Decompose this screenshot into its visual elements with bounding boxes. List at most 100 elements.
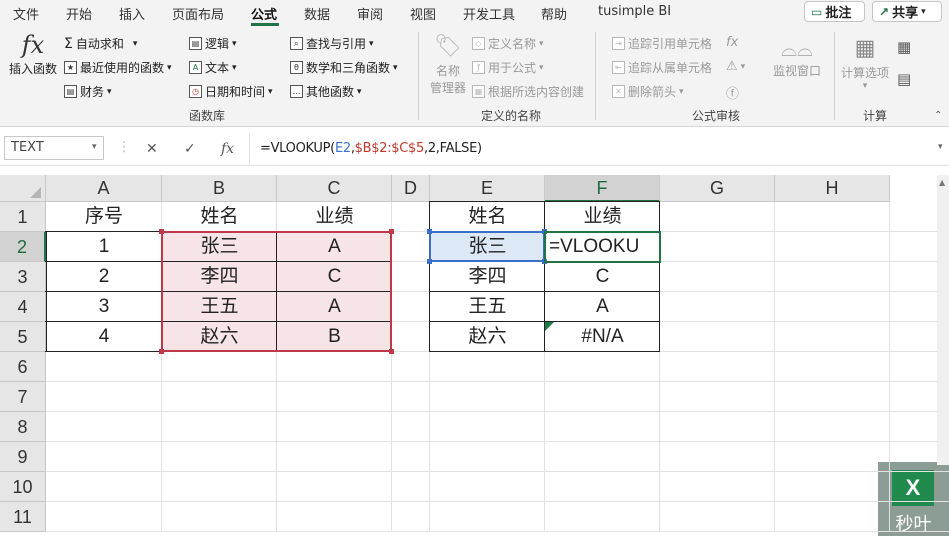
formula-divider (249, 133, 250, 165)
table-cell[interactable]: 3 (46, 292, 162, 322)
chevron-down-icon[interactable]: ▾ (92, 142, 97, 152)
expand-formula-bar-icon[interactable]: ▾ (938, 142, 943, 152)
row-header-4[interactable]: 4 (0, 292, 46, 322)
gridline-horizontal (46, 411, 949, 412)
row-header-6[interactable]: 6 (0, 352, 46, 382)
row-header-1[interactable]: 1 (0, 202, 46, 232)
name-manager-label-2: 管理器 (429, 81, 466, 95)
row-header-9[interactable]: 9 (0, 442, 46, 472)
name-manager-button[interactable]: 🏷 名称 管理器 (426, 32, 470, 96)
name-box[interactable]: TEXT (4, 136, 104, 160)
column-header-e[interactable]: E (430, 175, 545, 202)
collapse-ribbon-icon[interactable]: ⌃ (934, 110, 942, 121)
range-handle[interactable] (389, 229, 394, 234)
tab-help[interactable]: 帮助 (541, 4, 567, 23)
table-cell[interactable]: #N/A (545, 322, 660, 352)
watch-window-button[interactable]: ⌓⌓ 监视窗口 (768, 36, 826, 79)
datetime-button[interactable]: ◷ 日期和时间 ▾ (189, 83, 273, 100)
table-cell[interactable]: 赵六 (430, 322, 545, 352)
column-header-d[interactable]: D (392, 175, 430, 202)
error-checking-button[interactable]: ⚠ ▾ (726, 59, 745, 74)
fx-icon[interactable]: fx (221, 141, 234, 157)
tab-review[interactable]: 审阅 (357, 4, 383, 23)
table-cell[interactable]: 4 (46, 322, 162, 352)
column-header-g[interactable]: G (660, 175, 775, 202)
column-header-c[interactable]: C (277, 175, 392, 202)
tab-tusimple-bi[interactable]: tusimple BI (598, 4, 671, 19)
use-in-formula-button[interactable]: ƒ 用于公式 ▾ (472, 59, 544, 76)
tab-data[interactable]: 数据 (304, 4, 330, 23)
ribbon: fx 插入函数 Σ 自动求和 ▾ ★ 最近使用的函数 ▾ ▤ 财务 ▾ ▤ 逻辑… (0, 26, 949, 127)
tab-home[interactable]: 开始 (66, 4, 92, 23)
lookup-button[interactable]: ⌕ 查找与引用 ▾ (290, 35, 374, 52)
column-header-f[interactable]: F (545, 175, 660, 202)
logic-button[interactable]: ▤ 逻辑 ▾ (189, 35, 237, 52)
trace-dependents-button[interactable]: ⇤ 追踪从属单元格 (612, 59, 712, 76)
row-header-5[interactable]: 5 (0, 322, 46, 352)
table-cell[interactable]: 2 (46, 262, 162, 292)
insert-function-button[interactable]: fx 插入函数 (8, 30, 58, 77)
calculation-options-button[interactable]: ▦ 计算选项 ▾ (838, 34, 892, 91)
column-header-h[interactable]: H (775, 175, 890, 202)
tab-formulas[interactable]: 公式 (251, 4, 277, 23)
row-header-11[interactable]: 11 (0, 502, 46, 532)
math-button[interactable]: θ 数学和三角函数 ▾ (290, 59, 398, 76)
formula-input[interactable]: =VLOOKUP(E2,$B$2:$C$5,2,FALSE) (260, 141, 482, 156)
range-handle[interactable] (159, 229, 164, 234)
cell-header[interactable]: 业绩 (277, 202, 392, 232)
vertical-scrollbar[interactable] (937, 175, 949, 465)
recent-functions-button[interactable]: ★ 最近使用的函数 ▾ (64, 59, 172, 76)
table-cell[interactable]: C (545, 262, 660, 292)
menu-bar: 文件 开始 插入 页面布局 公式 数据 审阅 视图 开发工具 帮助 tusimp… (0, 0, 949, 26)
range-handle[interactable] (389, 349, 394, 354)
remove-arrows-label: 删除箭头 (628, 85, 677, 99)
tab-insert[interactable]: 插入 (119, 4, 145, 23)
evaluate-formula-button[interactable]: ⓕ (726, 83, 739, 102)
scroll-up-icon[interactable]: ▲ (939, 178, 945, 187)
other-functions-button[interactable]: … 其他函数 ▾ (290, 83, 362, 100)
trace-precedents-button[interactable]: ⇥ 追踪引用单元格 (612, 35, 712, 52)
table-cell[interactable]: A (545, 292, 660, 322)
remove-arrows-button[interactable]: ✕ 删除箭头 ▾ (612, 83, 684, 100)
table-cell[interactable]: 王五 (430, 292, 545, 322)
error-indicator-icon[interactable] (545, 322, 554, 331)
autosum-button[interactable]: Σ 自动求和 ▾ (64, 35, 137, 52)
create-from-selection-button[interactable]: ▦ 根据所选内容创建 (472, 83, 584, 100)
calculate-sheet-icon[interactable]: ▤ (897, 70, 911, 88)
row-header-7[interactable]: 7 (0, 382, 46, 412)
row-header-8[interactable]: 8 (0, 412, 46, 442)
tab-developer[interactable]: 开发工具 (463, 4, 515, 23)
share-button[interactable]: ↗ 共享 ▾ (872, 1, 942, 22)
use-in-formula-label: 用于公式 (488, 61, 537, 75)
row-header-2[interactable]: 2 (0, 232, 46, 262)
cell-handle[interactable] (427, 259, 432, 264)
show-formulas-button[interactable]: fx (726, 35, 738, 50)
tab-view[interactable]: 视图 (410, 4, 436, 23)
row-header-3[interactable]: 3 (0, 262, 46, 292)
row-header-10[interactable]: 10 (0, 472, 46, 502)
cell-header[interactable]: 业绩 (545, 202, 660, 232)
cell-handle[interactable] (427, 229, 432, 234)
select-all-triangle-icon (30, 187, 41, 198)
define-name-button[interactable]: ◇ 定义名称 ▾ (472, 35, 544, 52)
cell-header[interactable]: 序号 (46, 202, 162, 232)
tab-page-layout[interactable]: 页面布局 (172, 4, 224, 23)
column-header-b[interactable]: B (162, 175, 277, 202)
table-cell[interactable]: 1 (46, 232, 162, 262)
finance-button[interactable]: ▤ 财务 ▾ (64, 83, 112, 100)
column-header-a[interactable]: A (46, 175, 162, 202)
tab-file[interactable]: 文件 (13, 4, 39, 23)
comment-button[interactable]: ▭ 批注 (804, 1, 865, 22)
cancel-icon[interactable]: ✕ (146, 141, 158, 157)
tag-icon: 🏷 (434, 34, 462, 59)
enter-icon[interactable]: ✓ (184, 141, 196, 157)
gridline-horizontal (46, 381, 949, 382)
formula-bar: TEXT ▾ ⋮ ✕ ✓ fx =VLOOKUP(E2,$B$2:$C$5,2,… (0, 133, 949, 166)
table-cell[interactable]: 李四 (430, 262, 545, 292)
chevron-down-icon: ▾ (232, 38, 237, 49)
calculate-now-icon[interactable]: ▦ (897, 38, 911, 56)
cell-header[interactable]: 姓名 (162, 202, 277, 232)
range-handle[interactable] (159, 349, 164, 354)
text-button[interactable]: A 文本 ▾ (189, 59, 237, 76)
cell-header[interactable]: 姓名 (430, 202, 545, 232)
